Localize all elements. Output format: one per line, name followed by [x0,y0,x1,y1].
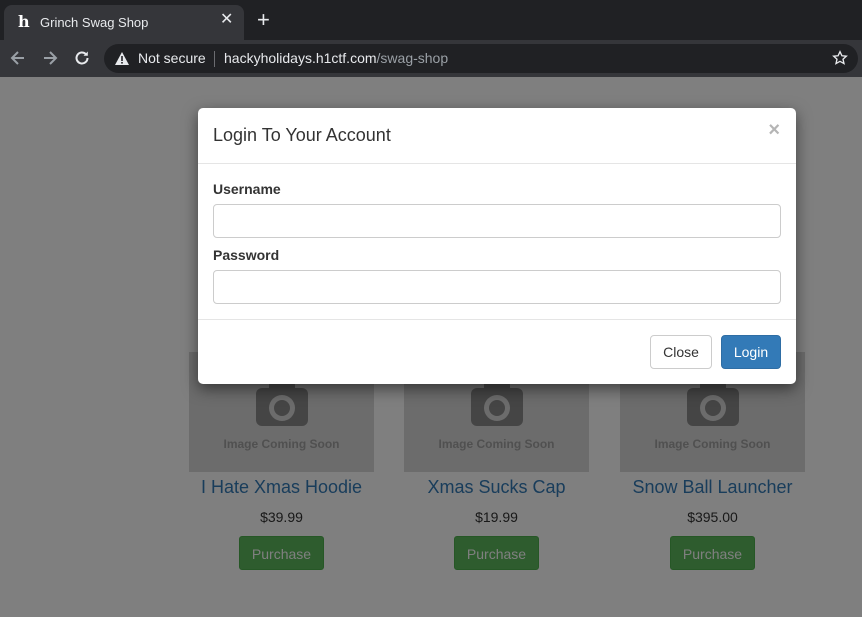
password-label: Password [213,247,280,263]
security-label[interactable]: Not secure [138,50,206,66]
password-input[interactable] [213,270,781,304]
close-icon[interactable]: × [768,120,780,140]
modal-body: Username Password [198,164,796,320]
tab-close-icon[interactable]: ✕ [220,12,233,28]
new-tab-icon[interactable]: + [257,9,270,31]
forward-arrow-icon[interactable] [40,48,60,68]
login-modal: Login To Your Account × Username Passwor… [198,108,796,384]
reload-icon[interactable] [72,48,92,68]
address-bar[interactable]: Not secure hackyholidays.h1ctf.com/swag-… [104,44,858,73]
bookmark-star-icon[interactable] [832,50,848,66]
omnibox-divider [214,51,215,67]
modal-title: Login To Your Account [213,125,391,145]
username-input[interactable] [213,204,781,238]
tab-title: Grinch Swag Shop [40,15,149,30]
username-label: Username [213,181,281,197]
browser-tabstrip: h Grinch Swag Shop ✕ + [0,0,862,40]
url-host: hackyholidays.h1ctf.com [224,50,377,66]
site-favicon-icon: h [18,12,30,31]
login-button[interactable]: Login [721,335,781,369]
browser-toolbar: Not secure hackyholidays.h1ctf.com/swag-… [0,40,862,77]
back-arrow-icon[interactable] [8,48,28,68]
browser-tab[interactable]: h Grinch Swag Shop ✕ [4,5,244,40]
url-text[interactable]: hackyholidays.h1ctf.com/swag-shop [224,50,448,66]
modal-header: Login To Your Account × [198,108,796,164]
close-button[interactable]: Close [650,335,712,369]
url-path: /swag-shop [376,50,449,66]
warning-icon[interactable] [114,51,130,66]
